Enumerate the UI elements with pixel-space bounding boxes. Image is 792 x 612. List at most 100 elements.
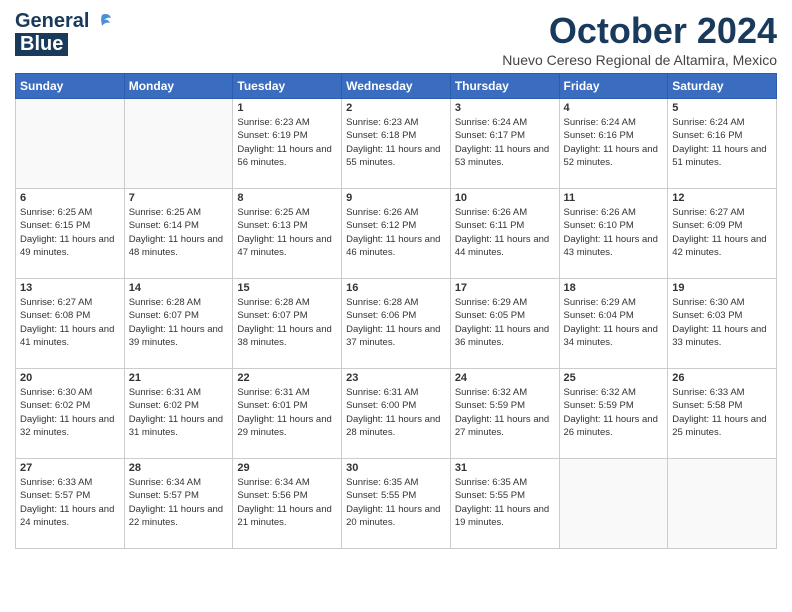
calendar-cell: 17 Sunrise: 6:29 AM Sunset: 6:05 PM Dayli… bbox=[450, 279, 559, 369]
day-number: 23 bbox=[346, 372, 446, 384]
calendar-cell: 12 Sunrise: 6:27 AM Sunset: 6:09 PM Dayli… bbox=[668, 189, 777, 279]
day-number: 17 bbox=[455, 282, 555, 294]
logo-bird-icon bbox=[91, 11, 113, 33]
calendar-cell bbox=[124, 99, 233, 189]
day-number: 4 bbox=[564, 102, 664, 114]
calendar-cell bbox=[16, 99, 125, 189]
day-number: 11 bbox=[564, 192, 664, 204]
calendar-cell: 13 Sunrise: 6:27 AM Sunset: 6:08 PM Dayli… bbox=[16, 279, 125, 369]
day-number: 9 bbox=[346, 192, 446, 204]
day-number: 7 bbox=[129, 192, 229, 204]
calendar-cell: 8Sunrise: 6:25 AM Sunset: 6:13 PM Daylig… bbox=[233, 189, 342, 279]
day-number: 31 bbox=[455, 462, 555, 474]
day-info: Sunrise: 6:24 AM Sunset: 6:17 PM Dayligh… bbox=[455, 116, 555, 169]
page-header: General Blue October 2024 Nuevo Cereso R… bbox=[15, 10, 777, 68]
calendar-cell: 9 Sunrise: 6:26 AM Sunset: 6:12 PM Daylig… bbox=[342, 189, 451, 279]
day-info: Sunrise: 6:27 AM Sunset: 6:08 PM Dayligh… bbox=[20, 296, 120, 349]
day-number: 21 bbox=[129, 372, 229, 384]
day-info: Sunrise: 6:35 AM Sunset: 5:55 PM Dayligh… bbox=[346, 476, 446, 529]
day-number: 24 bbox=[455, 372, 555, 384]
day-info: Sunrise: 6:29 AM Sunset: 6:05 PM Dayligh… bbox=[455, 296, 555, 349]
day-number: 20 bbox=[20, 372, 120, 384]
day-info: Sunrise: 6:26 AM Sunset: 6:11 PM Dayligh… bbox=[455, 206, 555, 259]
day-number: 19 bbox=[672, 282, 772, 294]
weekday-header-row: SundayMondayTuesdayWednesdayThursdayFrid… bbox=[16, 74, 777, 99]
day-info: Sunrise: 6:32 AM Sunset: 5:59 PM Dayligh… bbox=[455, 386, 555, 439]
day-info: Sunrise: 6:30 AM Sunset: 6:03 PM Dayligh… bbox=[672, 296, 772, 349]
day-info: Sunrise: 6:26 AM Sunset: 6:10 PM Dayligh… bbox=[564, 206, 664, 259]
calendar-cell: 21Sunrise: 6:31 AM Sunset: 6:02 PM Dayli… bbox=[124, 369, 233, 459]
calendar-cell: 24 Sunrise: 6:32 AM Sunset: 5:59 PM Dayli… bbox=[450, 369, 559, 459]
calendar-cell: 18 Sunrise: 6:29 AM Sunset: 6:04 PM Dayli… bbox=[559, 279, 668, 369]
day-number: 26 bbox=[672, 372, 772, 384]
calendar-cell bbox=[668, 459, 777, 549]
day-info: Sunrise: 6:25 AM Sunset: 6:14 PM Dayligh… bbox=[129, 206, 229, 259]
day-info: Sunrise: 6:24 AM Sunset: 6:16 PM Dayligh… bbox=[672, 116, 772, 169]
calendar-cell: 5 Sunrise: 6:24 AM Sunset: 6:16 PM Daylig… bbox=[668, 99, 777, 189]
calendar-cell: 6 Sunrise: 6:25 AM Sunset: 6:15 PM Daylig… bbox=[16, 189, 125, 279]
week-row-1: 1Sunrise: 6:23 AM Sunset: 6:19 PM Daylig… bbox=[16, 99, 777, 189]
day-info: Sunrise: 6:31 AM Sunset: 6:00 PM Dayligh… bbox=[346, 386, 446, 439]
day-number: 8 bbox=[237, 192, 337, 204]
day-info: Sunrise: 6:24 AM Sunset: 6:16 PM Dayligh… bbox=[564, 116, 664, 169]
day-info: Sunrise: 6:33 AM Sunset: 5:58 PM Dayligh… bbox=[672, 386, 772, 439]
day-number: 10 bbox=[455, 192, 555, 204]
weekday-header-sunday: Sunday bbox=[16, 74, 125, 99]
day-number: 16 bbox=[346, 282, 446, 294]
day-number: 29 bbox=[237, 462, 337, 474]
day-number: 3 bbox=[455, 102, 555, 114]
calendar-table: SundayMondayTuesdayWednesdayThursdayFrid… bbox=[15, 73, 777, 549]
day-number: 15 bbox=[237, 282, 337, 294]
weekday-header-wednesday: Wednesday bbox=[342, 74, 451, 99]
calendar-cell: 23 Sunrise: 6:31 AM Sunset: 6:00 PM Dayli… bbox=[342, 369, 451, 459]
day-info: Sunrise: 6:35 AM Sunset: 5:55 PM Dayligh… bbox=[455, 476, 555, 529]
day-info: Sunrise: 6:27 AM Sunset: 6:09 PM Dayligh… bbox=[672, 206, 772, 259]
title-block: October 2024 Nuevo Cereso Regional de Al… bbox=[502, 10, 777, 68]
day-info: Sunrise: 6:33 AM Sunset: 5:57 PM Dayligh… bbox=[20, 476, 120, 529]
calendar-cell: 4 Sunrise: 6:24 AM Sunset: 6:16 PM Daylig… bbox=[559, 99, 668, 189]
logo: General Blue bbox=[15, 10, 113, 56]
weekday-header-monday: Monday bbox=[124, 74, 233, 99]
day-number: 12 bbox=[672, 192, 772, 204]
calendar-cell: 29 Sunrise: 6:34 AM Sunset: 5:56 PM Dayli… bbox=[233, 459, 342, 549]
day-info: Sunrise: 6:28 AM Sunset: 6:07 PM Dayligh… bbox=[129, 296, 229, 349]
day-info: Sunrise: 6:29 AM Sunset: 6:04 PM Dayligh… bbox=[564, 296, 664, 349]
month-title: October 2024 bbox=[502, 10, 777, 52]
day-number: 18 bbox=[564, 282, 664, 294]
calendar-cell: 22Sunrise: 6:31 AM Sunset: 6:01 PM Dayli… bbox=[233, 369, 342, 459]
calendar-cell: 7 Sunrise: 6:25 AM Sunset: 6:14 PM Daylig… bbox=[124, 189, 233, 279]
weekday-header-saturday: Saturday bbox=[668, 74, 777, 99]
calendar-cell bbox=[559, 459, 668, 549]
day-number: 27 bbox=[20, 462, 120, 474]
day-number: 13 bbox=[20, 282, 120, 294]
day-number: 5 bbox=[672, 102, 772, 114]
calendar-cell: 27 Sunrise: 6:33 AM Sunset: 5:57 PM Dayli… bbox=[16, 459, 125, 549]
calendar-cell: 19 Sunrise: 6:30 AM Sunset: 6:03 PM Dayli… bbox=[668, 279, 777, 369]
calendar-cell: 20 Sunrise: 6:30 AM Sunset: 6:02 PM Dayli… bbox=[16, 369, 125, 459]
calendar-cell: 2Sunrise: 6:23 AM Sunset: 6:18 PM Daylig… bbox=[342, 99, 451, 189]
day-info: Sunrise: 6:28 AM Sunset: 6:06 PM Dayligh… bbox=[346, 296, 446, 349]
weekday-header-thursday: Thursday bbox=[450, 74, 559, 99]
calendar-cell: 16 Sunrise: 6:28 AM Sunset: 6:06 PM Dayli… bbox=[342, 279, 451, 369]
calendar-cell: 26 Sunrise: 6:33 AM Sunset: 5:58 PM Dayli… bbox=[668, 369, 777, 459]
calendar-cell: 15 Sunrise: 6:28 AM Sunset: 6:07 PM Dayli… bbox=[233, 279, 342, 369]
day-number: 6 bbox=[20, 192, 120, 204]
day-info: Sunrise: 6:28 AM Sunset: 6:07 PM Dayligh… bbox=[237, 296, 337, 349]
weekday-header-friday: Friday bbox=[559, 74, 668, 99]
day-number: 25 bbox=[564, 372, 664, 384]
calendar-cell: 25Sunrise: 6:32 AM Sunset: 5:59 PM Dayli… bbox=[559, 369, 668, 459]
day-number: 14 bbox=[129, 282, 229, 294]
day-info: Sunrise: 6:34 AM Sunset: 5:56 PM Dayligh… bbox=[237, 476, 337, 529]
logo-blue: Blue bbox=[15, 33, 68, 56]
day-info: Sunrise: 6:25 AM Sunset: 6:15 PM Dayligh… bbox=[20, 206, 120, 259]
day-info: Sunrise: 6:34 AM Sunset: 5:57 PM Dayligh… bbox=[129, 476, 229, 529]
calendar-cell: 14 Sunrise: 6:28 AM Sunset: 6:07 PM Dayli… bbox=[124, 279, 233, 369]
day-info: Sunrise: 6:23 AM Sunset: 6:18 PM Dayligh… bbox=[346, 116, 446, 169]
calendar-cell: 3 Sunrise: 6:24 AM Sunset: 6:17 PM Daylig… bbox=[450, 99, 559, 189]
location-subtitle: Nuevo Cereso Regional de Altamira, Mexic… bbox=[502, 52, 777, 68]
day-info: Sunrise: 6:23 AM Sunset: 6:19 PM Dayligh… bbox=[237, 116, 337, 169]
day-info: Sunrise: 6:26 AM Sunset: 6:12 PM Dayligh… bbox=[346, 206, 446, 259]
day-info: Sunrise: 6:31 AM Sunset: 6:01 PM Dayligh… bbox=[237, 386, 337, 439]
calendar-cell: 28Sunrise: 6:34 AM Sunset: 5:57 PM Dayli… bbox=[124, 459, 233, 549]
day-info: Sunrise: 6:30 AM Sunset: 6:02 PM Dayligh… bbox=[20, 386, 120, 439]
